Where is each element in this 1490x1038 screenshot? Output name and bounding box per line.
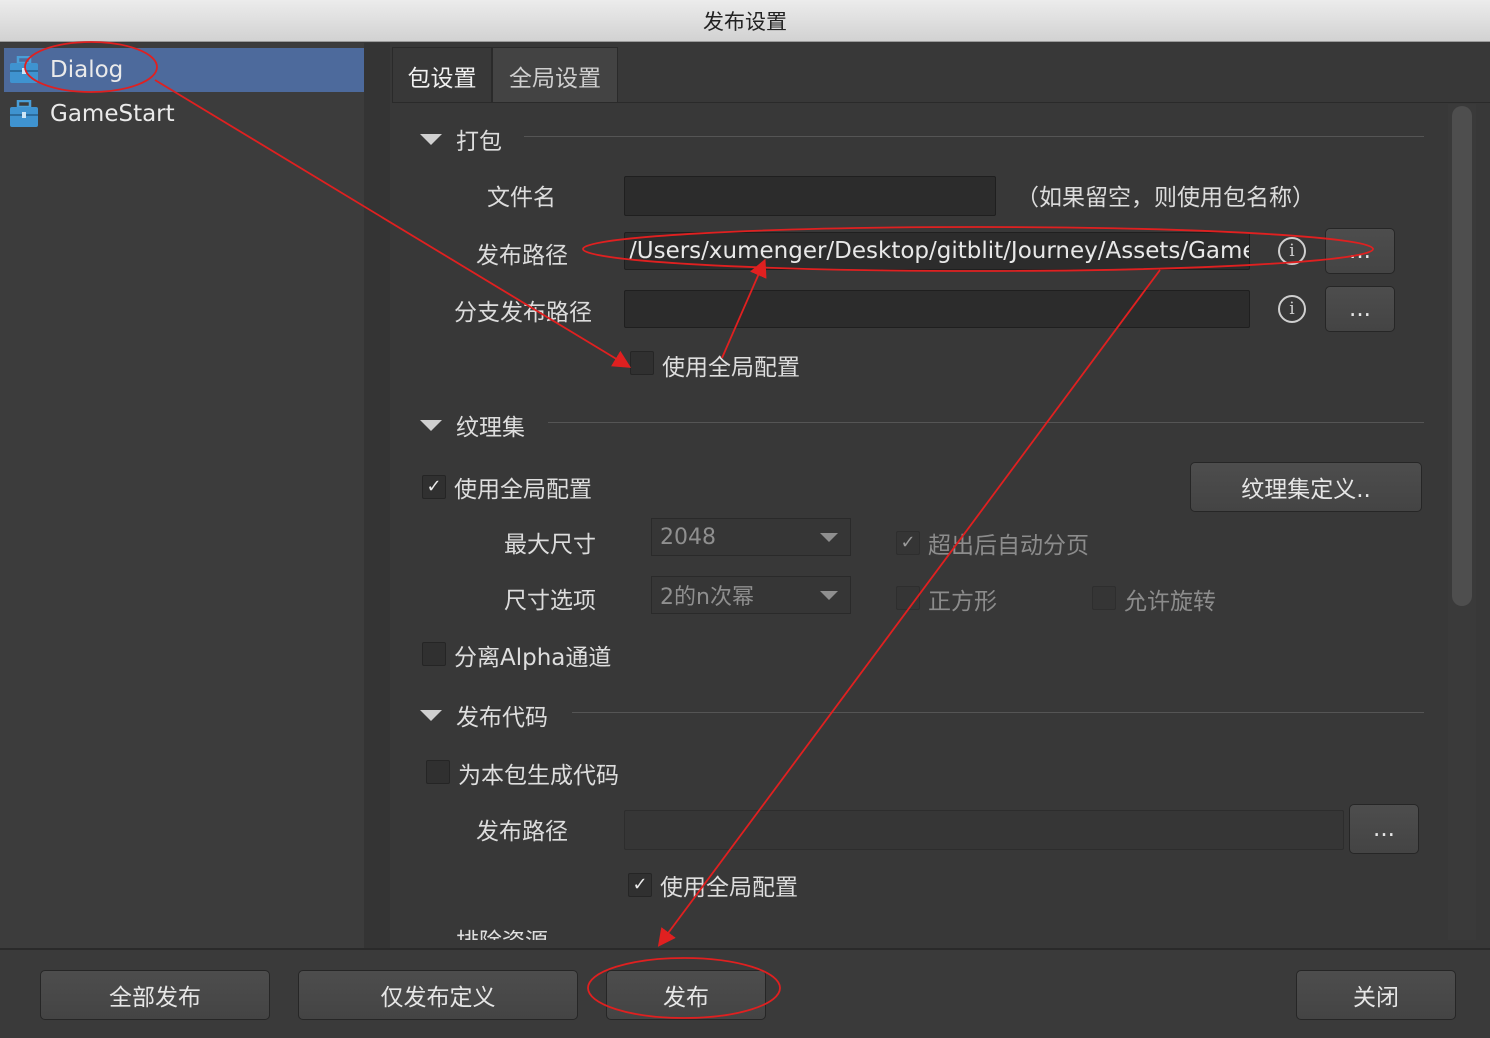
window-titlebar: 发布设置 [0, 0, 1490, 42]
code-path-browse-button[interactable]: ... [1349, 804, 1419, 854]
code-path-label: 发布路径 [476, 819, 568, 845]
packaging-use-global-label: 使用全局配置 [662, 355, 800, 381]
publish-path-browse-button[interactable]: ... [1325, 228, 1395, 274]
publish-all-button[interactable]: 全部发布 [40, 970, 270, 1020]
packaging-use-global-checkbox[interactable] [630, 351, 654, 375]
publish-definition-button[interactable]: 仅发布定义 [298, 970, 578, 1020]
atlas-define-button[interactable]: 纹理集定义.. [1190, 462, 1422, 512]
package-list: Dialog GameStart [0, 43, 390, 948]
section-code-header[interactable]: 发布代码 [420, 698, 548, 732]
atlas-use-global-checkbox[interactable]: ✓ [422, 475, 446, 499]
exclude-resources-clip: 排除资源 [456, 922, 656, 940]
size-option-select[interactable]: 2的n次幂 [651, 576, 851, 614]
allow-rotate-checkbox[interactable] [1092, 586, 1116, 610]
gen-code-checkbox[interactable] [426, 760, 450, 784]
square-checkbox[interactable] [896, 586, 920, 610]
code-path-input[interactable] [624, 810, 1344, 850]
window-title: 发布设置 [703, 9, 787, 34]
separate-alpha-label: 分离Alpha通道 [454, 645, 612, 671]
chevron-down-icon [820, 533, 838, 542]
settings-scrollbar-thumb[interactable] [1452, 106, 1472, 606]
code-use-global-checkbox[interactable]: ✓ [628, 873, 652, 897]
branch-path-label: 分支发布路径 [454, 300, 592, 326]
section-divider [524, 136, 1424, 137]
atlas-use-global-label: 使用全局配置 [454, 477, 592, 503]
package-item-gamestart[interactable]: GameStart [4, 92, 364, 136]
section-divider [572, 712, 1424, 713]
code-use-global-label: 使用全局配置 [660, 875, 798, 901]
auto-page-checkbox[interactable]: ✓ [896, 531, 920, 555]
section-code-title: 发布代码 [456, 705, 548, 731]
close-button[interactable]: 关闭 [1296, 970, 1456, 1020]
publish-path-input[interactable]: /Users/xumenger/Desktop/gitblit/Journey/… [624, 232, 1250, 270]
tab-package-settings[interactable]: 包设置 [392, 47, 492, 103]
file-name-hint: （如果留空，则使用包名称） [1016, 185, 1315, 211]
package-item-dialog[interactable]: Dialog [4, 48, 364, 92]
gen-code-label: 为本包生成代码 [458, 763, 619, 789]
settings-tabs: 包设置 全局设置 [392, 47, 618, 103]
package-icon [8, 55, 40, 84]
collapse-triangle-icon [420, 419, 442, 431]
square-label: 正方形 [928, 589, 997, 615]
auto-page-label: 超出后自动分页 [928, 533, 1089, 559]
package-label-gamestart: GameStart [50, 101, 175, 127]
size-option-label: 尺寸选项 [504, 588, 596, 614]
tab-divider [392, 102, 1490, 103]
section-packaging-header[interactable]: 打包 [420, 122, 502, 156]
info-icon[interactable]: i [1278, 295, 1306, 323]
branch-path-browse-button[interactable]: ... [1325, 286, 1395, 332]
branch-path-input[interactable] [624, 290, 1250, 328]
file-name-input[interactable] [624, 176, 996, 216]
max-size-select[interactable]: 2048 [651, 518, 851, 556]
package-list-scrolltrack [364, 43, 390, 948]
section-atlas-header[interactable]: 纹理集 [420, 408, 525, 442]
tab-global-settings[interactable]: 全局设置 [492, 47, 618, 103]
section-packaging-title: 打包 [456, 129, 502, 155]
collapse-triangle-icon [420, 709, 442, 721]
package-list-body: Dialog GameStart [0, 43, 364, 948]
size-option-value: 2的n次幂 [660, 585, 754, 610]
max-size-value: 2048 [660, 524, 716, 550]
section-divider [548, 422, 1424, 423]
section-atlas-title: 纹理集 [456, 415, 525, 441]
package-label-dialog: Dialog [50, 57, 124, 83]
publish-path-label: 发布路径 [476, 243, 568, 269]
package-icon [8, 99, 40, 128]
collapse-triangle-icon [420, 133, 442, 145]
allow-rotate-label: 允许旋转 [1124, 589, 1216, 615]
file-name-label: 文件名 [487, 185, 556, 211]
max-size-label: 最大尺寸 [504, 532, 596, 558]
info-icon[interactable]: i [1278, 237, 1306, 265]
exclude-resources-label: 排除资源 [456, 922, 548, 940]
separate-alpha-checkbox[interactable] [422, 642, 446, 666]
publish-button[interactable]: 发布 [606, 970, 766, 1020]
chevron-down-icon [820, 591, 838, 600]
